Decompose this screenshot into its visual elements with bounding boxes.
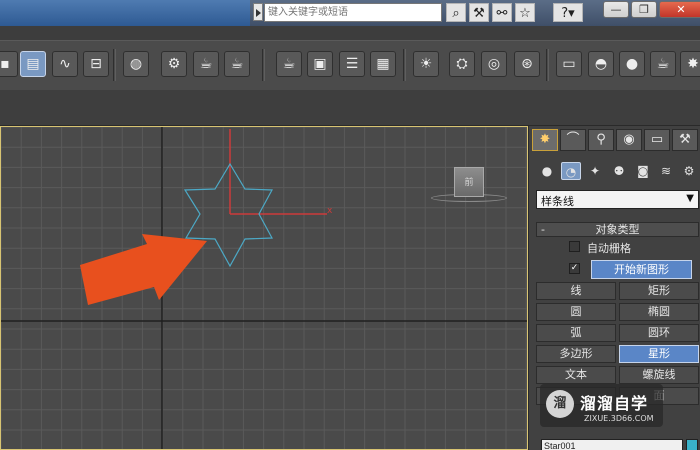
shape-button[interactable]: 线 [536, 282, 616, 300]
hierarchy-tab[interactable]: ⚲ [588, 129, 614, 151]
favorites-star-icon[interactable]: ☆ [515, 3, 535, 22]
main-toolbar: ▪ ▤ ∿ ⊟ ◍ ⚙ ☕ ☕ ☕ ▣ ☰ ▦ ☀ ⛭ ◎ ⊛ ▭ ◓ ● ☕ … [0, 40, 700, 90]
shape-button[interactable]: 圆环 [619, 324, 699, 342]
object-name-field[interactable] [541, 439, 683, 450]
hemisphere-icon[interactable]: ◓ [588, 51, 614, 77]
cameras-icon[interactable]: ⚉ [609, 162, 629, 180]
curve-editor-icon[interactable]: ∿ [52, 51, 78, 77]
shapes-icon[interactable]: ◔ [561, 162, 581, 180]
tools-icon[interactable]: ⚒ [469, 3, 489, 22]
watermark-url: ZIXUE.3D66.COM [584, 414, 654, 423]
object-color-swatch[interactable] [686, 439, 698, 450]
create-tab[interactable]: ✸ [532, 129, 558, 151]
unknown-left-icon[interactable]: ▪ [0, 51, 18, 77]
gizmo-x-label: x [327, 206, 333, 216]
display-tab[interactable]: ▭ [644, 129, 670, 151]
close-button[interactable]: ✕ [659, 1, 700, 18]
minimize-button[interactable]: — [603, 1, 629, 18]
rollout-title: 对象类型 [595, 223, 640, 236]
plane-icon[interactable]: ▭ [556, 51, 582, 77]
helpers-icon[interactable]: ◙ [633, 162, 653, 180]
list-icon[interactable]: ☰ [339, 51, 365, 77]
shape-button[interactable]: 星形 [619, 345, 699, 363]
shape-button[interactable]: 文本 [536, 366, 616, 384]
teapot-icon[interactable]: ☕ [276, 51, 302, 77]
teapot-object-icon[interactable]: ☕ [650, 51, 676, 77]
render-icon[interactable]: ☕ [224, 51, 250, 77]
modify-tab[interactable]: ⌒ [560, 129, 586, 151]
layer-manager-icon[interactable]: ▤ [20, 51, 46, 77]
render-setup-icon[interactable]: ⚙ [161, 51, 187, 77]
shape-button[interactable]: 多边形 [536, 345, 616, 363]
viewport-canvas[interactable]: x [1, 127, 528, 450]
schematic-view-icon[interactable]: ⊟ [83, 51, 109, 77]
exchange-icon[interactable]: ⚯ [492, 3, 512, 22]
motion-tab[interactable]: ◉ [616, 129, 642, 151]
category-value: 样条线 [541, 195, 574, 208]
toolbar-separator [262, 49, 265, 81]
video-camera-icon[interactable]: ⊛ [514, 51, 540, 77]
ribbon-strip [0, 90, 700, 126]
spacewarps-icon[interactable]: ≋ [656, 162, 676, 180]
watermark: 溜 溜溜自学 ZIXUE.3D66.COM [540, 384, 663, 427]
toolbar-separator [546, 49, 549, 81]
geometry-icon[interactable]: ● [537, 162, 557, 180]
search-expand-button[interactable] [253, 3, 263, 21]
watermark-logo: 溜 [546, 390, 574, 418]
camera-icon[interactable]: ⛭ [449, 51, 475, 77]
star-object-icon[interactable]: ✸ [680, 51, 700, 77]
search-input[interactable] [264, 3, 442, 22]
restore-button[interactable]: ❐ [631, 1, 657, 18]
help-icon[interactable]: ?▾ [553, 3, 583, 22]
title-bar: ⌕ ⚒ ⚯ ☆ ?▾ — ❐ ✕ [0, 0, 700, 26]
shape-button[interactable]: 椭圆 [619, 303, 699, 321]
shape-button[interactable]: 矩形 [619, 282, 699, 300]
viewport-front[interactable]: x 前 [0, 126, 528, 450]
binoculars-icon[interactable]: ⌕ [446, 3, 466, 22]
sphere-icon[interactable]: ● [619, 51, 645, 77]
render-frame-window-icon[interactable]: ▣ [307, 51, 333, 77]
watermark-title: 溜溜自学 [580, 394, 649, 413]
table-icon[interactable]: ▦ [370, 51, 396, 77]
chevron-down-icon: ▼ [686, 193, 694, 204]
object-type-rollout-header[interactable]: - 对象类型 [536, 222, 699, 237]
shape-button[interactable]: 圆 [536, 303, 616, 321]
autogrid-label: 自动栅格 [587, 242, 631, 255]
start-new-shape-button[interactable]: 开始新图形 [591, 260, 692, 279]
collapse-icon: - [541, 223, 545, 236]
annotation-arrow [80, 234, 207, 305]
utilities-tab[interactable]: ⚒ [672, 129, 698, 151]
start-new-shape-checkbox[interactable]: ✓ [569, 263, 580, 274]
title-bar-left [0, 0, 250, 26]
camera-target-icon[interactable]: ◎ [481, 51, 507, 77]
app-window: ⌕ ⚒ ⚯ ☆ ?▾ — ❐ ✕ ▪ ▤ ∿ ⊟ ◍ ⚙ ☕ ☕ ☕ ▣ ☰ ▦… [0, 0, 700, 450]
shape-button[interactable]: 螺旋线 [619, 366, 699, 384]
systems-icon[interactable]: ⚙ [679, 162, 699, 180]
lights-icon[interactable]: ✦ [585, 162, 605, 180]
rendered-frame-icon[interactable]: ☕ [193, 51, 219, 77]
shape-button[interactable]: 弧 [536, 324, 616, 342]
menu-strip [0, 26, 700, 40]
toolbar-separator [113, 49, 116, 81]
viewcube[interactable]: 前 [454, 167, 484, 197]
autogrid-checkbox[interactable] [569, 241, 580, 252]
category-dropdown[interactable]: 样条线 ▼ [536, 190, 699, 209]
toolbar-separator [403, 49, 406, 81]
material-editor-icon[interactable]: ◍ [123, 51, 149, 77]
light-icon[interactable]: ☀ [413, 51, 439, 77]
